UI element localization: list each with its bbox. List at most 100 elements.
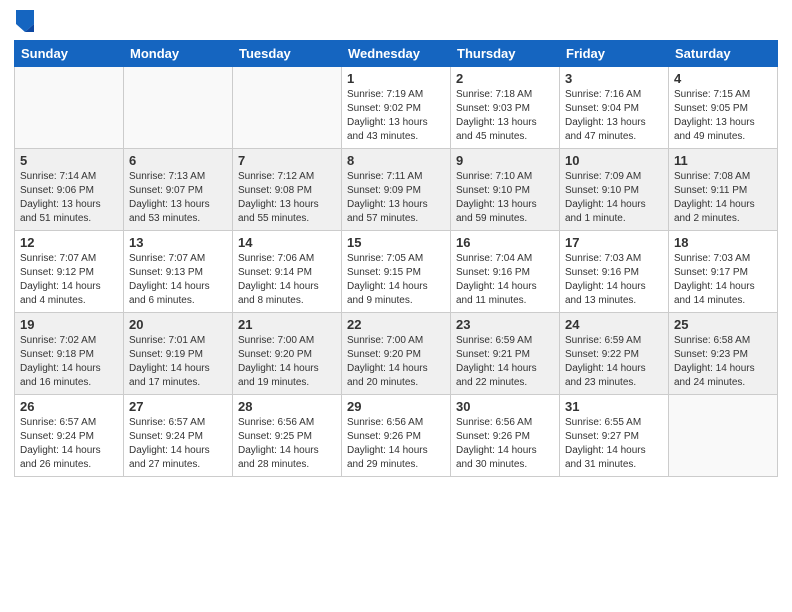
day-number: 1 bbox=[347, 71, 445, 86]
day-info: Sunrise: 7:02 AM Sunset: 9:18 PM Dayligh… bbox=[20, 334, 118, 390]
day-number: 13 bbox=[129, 235, 227, 250]
calendar-cell: 31 Sunrise: 6:55 AM Sunset: 9:27 PM Dayli… bbox=[560, 395, 669, 477]
day-number: 3 bbox=[565, 71, 663, 86]
calendar-cell: 5Sunrise: 7:14 AM Sunset: 9:06 PM Daylig… bbox=[15, 149, 124, 231]
day-info: Sunrise: 7:15 AM Sunset: 9:05 PM Dayligh… bbox=[674, 88, 772, 144]
calendar-cell: 11 Sunrise: 7:08 AM Sunset: 9:11 PM Dayli… bbox=[669, 149, 778, 231]
day-info: Sunrise: 7:04 AM Sunset: 9:16 PM Dayligh… bbox=[456, 252, 554, 308]
day-info: Sunrise: 7:06 AM Sunset: 9:14 PM Dayligh… bbox=[238, 252, 336, 308]
calendar-cell: 23 Sunrise: 6:59 AM Sunset: 9:21 PM Dayli… bbox=[451, 313, 560, 395]
calendar-table: SundayMondayTuesdayWednesdayThursdayFrid… bbox=[14, 40, 778, 477]
calendar-cell: 21 Sunrise: 7:00 AM Sunset: 9:20 PM Dayli… bbox=[233, 313, 342, 395]
calendar-week-2: 5Sunrise: 7:14 AM Sunset: 9:06 PM Daylig… bbox=[15, 149, 778, 231]
day-info: Sunrise: 7:10 AM Sunset: 9:10 PM Dayligh… bbox=[456, 170, 554, 226]
weekday-header-saturday: Saturday bbox=[669, 41, 778, 67]
logo-icon bbox=[16, 10, 34, 32]
calendar-cell bbox=[233, 67, 342, 149]
calendar-cell bbox=[669, 395, 778, 477]
day-number: 7 bbox=[238, 153, 336, 168]
day-info: Sunrise: 6:57 AM Sunset: 9:24 PM Dayligh… bbox=[20, 416, 118, 472]
calendar-cell bbox=[15, 67, 124, 149]
calendar-week-1: 1 Sunrise: 7:19 AM Sunset: 9:02 PM Daylig… bbox=[15, 67, 778, 149]
day-number: 21 bbox=[238, 317, 336, 332]
day-number: 8 bbox=[347, 153, 445, 168]
weekday-header-tuesday: Tuesday bbox=[233, 41, 342, 67]
calendar-cell: 25 Sunrise: 6:58 AM Sunset: 9:23 PM Dayli… bbox=[669, 313, 778, 395]
day-info: Sunrise: 7:12 AM Sunset: 9:08 PM Dayligh… bbox=[238, 170, 336, 226]
day-info: Sunrise: 6:59 AM Sunset: 9:22 PM Dayligh… bbox=[565, 334, 663, 390]
calendar-cell: 20 Sunrise: 7:01 AM Sunset: 9:19 PM Dayli… bbox=[124, 313, 233, 395]
weekday-header-wednesday: Wednesday bbox=[342, 41, 451, 67]
calendar-cell: 9 Sunrise: 7:10 AM Sunset: 9:10 PM Daylig… bbox=[451, 149, 560, 231]
day-info: Sunrise: 7:03 AM Sunset: 9:16 PM Dayligh… bbox=[565, 252, 663, 308]
day-number: 14 bbox=[238, 235, 336, 250]
calendar-cell: 3 Sunrise: 7:16 AM Sunset: 9:04 PM Daylig… bbox=[560, 67, 669, 149]
calendar-cell: 28 Sunrise: 6:56 AM Sunset: 9:25 PM Dayli… bbox=[233, 395, 342, 477]
weekday-header-sunday: Sunday bbox=[15, 41, 124, 67]
day-info: Sunrise: 7:00 AM Sunset: 9:20 PM Dayligh… bbox=[347, 334, 445, 390]
day-number: 31 bbox=[565, 399, 663, 414]
calendar-cell: 19 Sunrise: 7:02 AM Sunset: 9:18 PM Dayli… bbox=[15, 313, 124, 395]
calendar-cell: 1 Sunrise: 7:19 AM Sunset: 9:02 PM Daylig… bbox=[342, 67, 451, 149]
day-info: Sunrise: 6:56 AM Sunset: 9:26 PM Dayligh… bbox=[456, 416, 554, 472]
day-info: Sunrise: 7:07 AM Sunset: 9:12 PM Dayligh… bbox=[20, 252, 118, 308]
day-number: 15 bbox=[347, 235, 445, 250]
day-info: Sunrise: 6:58 AM Sunset: 9:23 PM Dayligh… bbox=[674, 334, 772, 390]
calendar-cell: 15 Sunrise: 7:05 AM Sunset: 9:15 PM Dayli… bbox=[342, 231, 451, 313]
day-number: 19 bbox=[20, 317, 118, 332]
calendar-week-4: 19 Sunrise: 7:02 AM Sunset: 9:18 PM Dayli… bbox=[15, 313, 778, 395]
day-info: Sunrise: 7:03 AM Sunset: 9:17 PM Dayligh… bbox=[674, 252, 772, 308]
calendar-page: SundayMondayTuesdayWednesdayThursdayFrid… bbox=[0, 0, 792, 612]
day-info: Sunrise: 6:55 AM Sunset: 9:27 PM Dayligh… bbox=[565, 416, 663, 472]
calendar-cell: 17 Sunrise: 7:03 AM Sunset: 9:16 PM Dayli… bbox=[560, 231, 669, 313]
day-number: 26 bbox=[20, 399, 118, 414]
day-number: 18 bbox=[674, 235, 772, 250]
calendar-cell: 2 Sunrise: 7:18 AM Sunset: 9:03 PM Daylig… bbox=[451, 67, 560, 149]
day-info: Sunrise: 6:56 AM Sunset: 9:25 PM Dayligh… bbox=[238, 416, 336, 472]
day-info: Sunrise: 6:59 AM Sunset: 9:21 PM Dayligh… bbox=[456, 334, 554, 390]
calendar-cell: 24 Sunrise: 6:59 AM Sunset: 9:22 PM Dayli… bbox=[560, 313, 669, 395]
calendar-cell: 7 Sunrise: 7:12 AM Sunset: 9:08 PM Daylig… bbox=[233, 149, 342, 231]
day-info: Sunrise: 7:13 AM Sunset: 9:07 PM Dayligh… bbox=[129, 170, 227, 226]
day-number: 17 bbox=[565, 235, 663, 250]
calendar-cell: 16 Sunrise: 7:04 AM Sunset: 9:16 PM Dayli… bbox=[451, 231, 560, 313]
header bbox=[14, 10, 778, 32]
calendar-cell: 6 Sunrise: 7:13 AM Sunset: 9:07 PM Daylig… bbox=[124, 149, 233, 231]
day-number: 30 bbox=[456, 399, 554, 414]
day-info: Sunrise: 7:00 AM Sunset: 9:20 PM Dayligh… bbox=[238, 334, 336, 390]
calendar-cell: 26 Sunrise: 6:57 AM Sunset: 9:24 PM Dayli… bbox=[15, 395, 124, 477]
calendar-cell: 8 Sunrise: 7:11 AM Sunset: 9:09 PM Daylig… bbox=[342, 149, 451, 231]
day-number: 6 bbox=[129, 153, 227, 168]
weekday-header-row: SundayMondayTuesdayWednesdayThursdayFrid… bbox=[15, 41, 778, 67]
calendar-cell: 13Sunrise: 7:07 AM Sunset: 9:13 PM Dayli… bbox=[124, 231, 233, 313]
day-number: 25 bbox=[674, 317, 772, 332]
day-number: 20 bbox=[129, 317, 227, 332]
calendar-cell: 10 Sunrise: 7:09 AM Sunset: 9:10 PM Dayli… bbox=[560, 149, 669, 231]
day-number: 2 bbox=[456, 71, 554, 86]
day-number: 28 bbox=[238, 399, 336, 414]
calendar-cell: 22Sunrise: 7:00 AM Sunset: 9:20 PM Dayli… bbox=[342, 313, 451, 395]
day-number: 16 bbox=[456, 235, 554, 250]
day-number: 24 bbox=[565, 317, 663, 332]
day-number: 11 bbox=[674, 153, 772, 168]
day-number: 4 bbox=[674, 71, 772, 86]
day-number: 23 bbox=[456, 317, 554, 332]
day-number: 9 bbox=[456, 153, 554, 168]
day-info: Sunrise: 7:09 AM Sunset: 9:10 PM Dayligh… bbox=[565, 170, 663, 226]
day-number: 12 bbox=[20, 235, 118, 250]
day-number: 10 bbox=[565, 153, 663, 168]
day-info: Sunrise: 7:16 AM Sunset: 9:04 PM Dayligh… bbox=[565, 88, 663, 144]
day-info: Sunrise: 7:05 AM Sunset: 9:15 PM Dayligh… bbox=[347, 252, 445, 308]
calendar-cell: 29Sunrise: 6:56 AM Sunset: 9:26 PM Dayli… bbox=[342, 395, 451, 477]
calendar-cell bbox=[124, 67, 233, 149]
day-number: 27 bbox=[129, 399, 227, 414]
calendar-cell: 30 Sunrise: 6:56 AM Sunset: 9:26 PM Dayli… bbox=[451, 395, 560, 477]
calendar-cell: 12 Sunrise: 7:07 AM Sunset: 9:12 PM Dayli… bbox=[15, 231, 124, 313]
day-info: Sunrise: 7:18 AM Sunset: 9:03 PM Dayligh… bbox=[456, 88, 554, 144]
day-info: Sunrise: 7:08 AM Sunset: 9:11 PM Dayligh… bbox=[674, 170, 772, 226]
day-info: Sunrise: 7:11 AM Sunset: 9:09 PM Dayligh… bbox=[347, 170, 445, 226]
day-info: Sunrise: 7:19 AM Sunset: 9:02 PM Dayligh… bbox=[347, 88, 445, 144]
calendar-week-5: 26 Sunrise: 6:57 AM Sunset: 9:24 PM Dayli… bbox=[15, 395, 778, 477]
weekday-header-monday: Monday bbox=[124, 41, 233, 67]
day-info: Sunrise: 7:01 AM Sunset: 9:19 PM Dayligh… bbox=[129, 334, 227, 390]
